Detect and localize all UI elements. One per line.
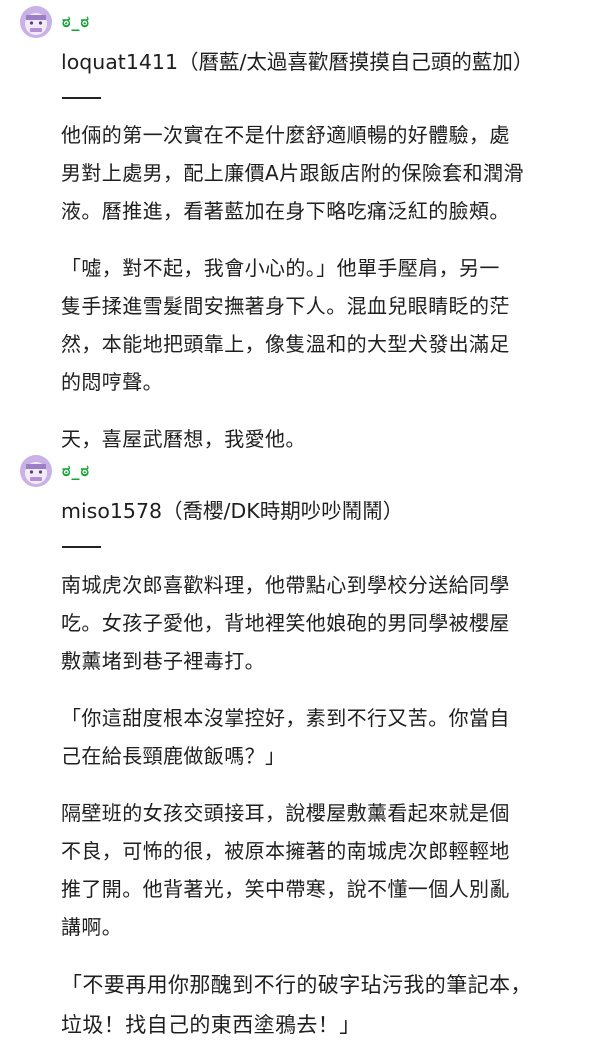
post-author[interactable]: loquat1411（曆藍/太過喜歡曆摸摸自己頭的藍加）	[61, 48, 533, 76]
paragraph: 「不要再用你那醜到不行的破字玷污我的筆記本， 垃圾！找自己的東西塗鴉去！」	[61, 965, 579, 1045]
avatar-face-icon	[20, 455, 52, 487]
post-author[interactable]: miso1578（喬櫻/DK時期吵吵鬧鬧）	[61, 497, 403, 525]
divider	[62, 546, 101, 548]
text-line: 男對上處男，配上廉價A片跟飯店附的保險套和潤滑	[61, 161, 524, 185]
paragraph: 隔壁班的女孩交頭接耳，說櫻屋敷薰看起來就是個 不良，可怖的很，被原本擁著的南城虎…	[61, 794, 579, 946]
text-line: 隔壁班的女孩交頭接耳，說櫻屋敷薰看起來就是個	[61, 801, 510, 825]
post-body: 他倆的第一次實在不是什麼舒適順暢的好體驗，處 男對上處男，配上廉價A片跟飯店附的…	[61, 116, 579, 477]
text-line: 敷薰堵到巷子裡毒打。	[61, 649, 265, 673]
user-handle[interactable]: ಠ_ಠ	[62, 461, 90, 481]
text-line: 他倆的第一次實在不是什麼舒適順暢的好體驗，處	[61, 123, 510, 147]
text-line: 「不要再用你那醜到不行的破字玷污我的筆記本，	[61, 973, 532, 997]
paragraph: 天，喜屋武曆想，我愛他。	[61, 420, 579, 458]
post-header: ಠ_ಠ	[0, 6, 596, 46]
paragraph: 他倆的第一次實在不是什麼舒適順暢的好體驗，處 男對上處男，配上廉價A片跟飯店附的…	[61, 116, 579, 230]
text-line: 不良，可怖的很，被原本擁著的南城虎次郎輕輕地	[61, 839, 510, 863]
avatar[interactable]	[20, 455, 52, 487]
post-2: ಠ_ಠ miso1578（喬櫻/DK時期吵吵鬧鬧） 南城虎次郎喜歡料理，他帶點心…	[0, 455, 596, 1037]
text-line: 的悶哼聲。	[61, 370, 163, 394]
text-line: 「噓，對不起，我會小心的。」他單手壓肩，另一	[61, 256, 500, 280]
text-line: 己在給長頸鹿做飯嗎？」	[61, 744, 286, 768]
text-line: 南城虎次郎喜歡料理，他帶點心到學校分送給同學	[61, 573, 510, 597]
paragraph: 南城虎次郎喜歡料理，他帶點心到學校分送給同學 吃。女孩子愛他，背地裡笑他娘砲的男…	[61, 566, 579, 680]
avatar[interactable]	[20, 6, 52, 38]
divider	[62, 97, 101, 99]
text-line: 講啊。	[61, 915, 123, 939]
post-1: ಠ_ಠ loquat1411（曆藍/太過喜歡曆摸摸自己頭的藍加） 他倆的第一次實…	[0, 6, 596, 451]
paragraph: 「噓，對不起，我會小心的。」他單手壓肩，另一 隻手揉進雪髮間安撫著身下人。混血兒…	[61, 249, 579, 401]
text-line: 推了開。他背著光，笑中帶寒，說不懂一個人別亂	[61, 877, 510, 901]
text-line: 吃。女孩子愛他，背地裡笑他娘砲的男同學被櫻屋	[61, 611, 510, 635]
user-handle[interactable]: ಠ_ಠ	[62, 12, 90, 32]
avatar-face-icon	[20, 6, 52, 38]
text-line: 隻手揉進雪髮間安撫著身下人。混血兒眼睛眨的茫	[61, 294, 510, 318]
text-line: 「你這甜度根本沒掌控好，素到不行又苦。你當自	[61, 706, 510, 730]
text-line: 垃圾！找自己的東西塗鴉去！」	[61, 1013, 361, 1037]
text-line: 液。曆推進，看著藍加在身下略吃痛泛紅的臉頰。	[61, 199, 510, 223]
text-line: 天，喜屋武曆想，我愛他。	[61, 427, 306, 451]
post-body: 南城虎次郎喜歡料理，他帶點心到學校分送給同學 吃。女孩子愛他，背地裡笑他娘砲的男…	[61, 566, 579, 1064]
text-line: 然，本能地把頭靠上，像隻溫和的大型犬發出滿足	[61, 332, 510, 356]
paragraph: 「你這甜度根本沒掌控好，素到不行又苦。你當自 己在給長頸鹿做飯嗎？」	[61, 699, 579, 775]
post-header: ಠ_ಠ	[0, 455, 596, 495]
